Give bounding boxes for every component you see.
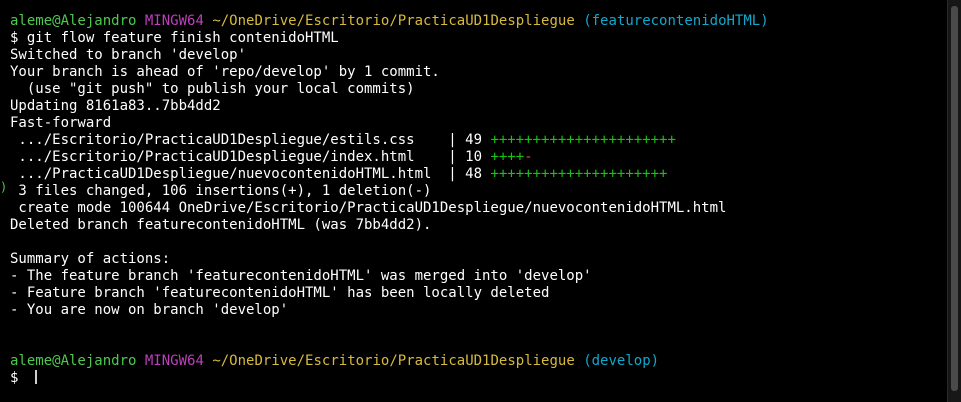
diffstat-row: .../PracticaUD1Despliegue/nuevocontenido… [10, 166, 769, 183]
output-line: - The feature branch 'featurecontenidoHT… [10, 268, 592, 284]
diffstat-deletions: - [524, 149, 533, 165]
diffstat-file: .../Escritorio/PracticaUD1Despliegue/ind… [10, 149, 449, 165]
output-line: Summary of actions: [10, 251, 171, 267]
input-line[interactable]: $ [10, 370, 769, 387]
prompt-user-host: aleme@Alejandro [10, 353, 137, 369]
output-line: Fast-forward [10, 115, 112, 131]
prompt-branch: (featurecontenidoHTML) [583, 13, 769, 29]
diffstat-row: .../Escritorio/PracticaUD1Despliegue/ind… [10, 149, 769, 166]
prompt-path: ~/OneDrive/Escritorio/PracticaUD1Desplie… [212, 13, 575, 29]
diffstat-row: .../Escritorio/PracticaUD1Despliegue/est… [10, 132, 769, 149]
output-line: (use "git push" to publish your local co… [10, 81, 415, 97]
output-line: - Feature branch 'featurecontenidoHTML' … [10, 285, 550, 301]
output-line: - You are now on branch 'develop' [10, 302, 289, 318]
input-prompt-symbol: $ [10, 370, 27, 386]
prompt-system: MINGW64 [144, 353, 204, 369]
output-line: 3 files changed, 106 insertions(+), 1 de… [10, 183, 432, 199]
prompt-line: aleme@Alejandro MINGW64 ~/OneDrive/Escri… [10, 13, 769, 30]
vertical-scrollbar[interactable] [947, 0, 961, 402]
output-line: Switched to branch 'develop' [10, 47, 247, 63]
scrollbar-thumb[interactable] [951, 6, 958, 391]
diffstat-insertions: ++++++++++++++++++++++ [490, 132, 676, 148]
text-cursor [34, 370, 37, 384]
diffstat-count: | 49 [448, 132, 491, 148]
gutter-marker: ) [0, 180, 8, 194]
command-line: $ git flow feature finish contenidoHTML [10, 30, 339, 46]
output-line: Updating 8161a83..7bb4dd2 [10, 98, 221, 114]
diffstat-file: .../Escritorio/PracticaUD1Despliegue/est… [10, 132, 449, 148]
terminal-window[interactable]: ) aleme@Alejandro MINGW64 ~/OneDrive/Esc… [0, 0, 948, 402]
diffstat-count: | 48 [448, 166, 491, 182]
output-line: Your branch is ahead of 'repo/develop' b… [10, 64, 440, 80]
output-line: Deleted branch featurecontenidoHTML (was… [10, 217, 432, 233]
diffstat-insertions: ++++ [490, 149, 525, 165]
terminal-output: aleme@Alejandro MINGW64 ~/OneDrive/Escri… [10, 13, 769, 387]
prompt-system: MINGW64 [144, 13, 204, 29]
prompt-branch: (develop) [583, 353, 660, 369]
prompt-user-host: aleme@Alejandro [10, 13, 137, 29]
diffstat-insertions: +++++++++++++++++++++ [490, 166, 668, 182]
diffstat-count: | 10 [448, 149, 491, 165]
diffstat-file: .../PracticaUD1Despliegue/nuevocontenido… [10, 166, 449, 182]
prompt-path: ~/OneDrive/Escritorio/PracticaUD1Desplie… [212, 353, 575, 369]
prompt-line: aleme@Alejandro MINGW64 ~/OneDrive/Escri… [10, 353, 769, 370]
output-line: create mode 100644 OneDrive/Escritorio/P… [10, 200, 727, 216]
